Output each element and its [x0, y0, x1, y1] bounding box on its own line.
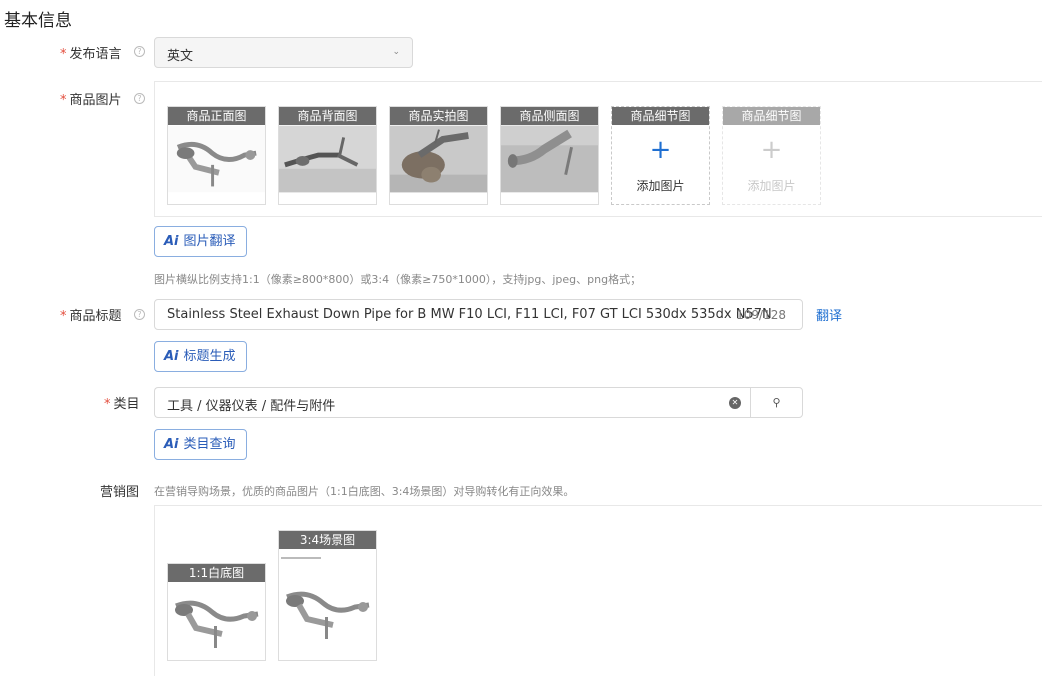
category-input-value: 工具 / 仪器仪表 / 配件与附件 — [167, 399, 336, 414]
plus-icon: + — [760, 135, 783, 165]
ai-icon: Ai — [164, 437, 179, 452]
title-generate-button[interactable]: Ai 标题生成 — [154, 341, 247, 372]
category-search-button[interactable]: ⚲ — [750, 387, 803, 418]
marketing-image-caption: 1:1白底图 — [168, 564, 265, 582]
language-label: * 发布语言 — [60, 47, 122, 62]
image-slot-caption: 商品细节图 — [723, 107, 820, 125]
search-icon: ⚲ — [772, 396, 781, 409]
question-circle-icon[interactable]: ? — [134, 309, 145, 320]
image-slot-real[interactable]: 商品实拍图 — [389, 106, 488, 205]
category-query-button[interactable]: Ai 类目查询 — [154, 429, 247, 460]
image-slot-caption: 商品背面图 — [279, 107, 376, 125]
image-slot-caption: 商品侧面图 — [501, 107, 598, 125]
product-photo-real — [390, 125, 487, 193]
title-label: * 商品标题 — [60, 309, 122, 324]
product-photo-back — [279, 125, 376, 193]
chevron-down-icon: ⌄ — [392, 47, 400, 57]
image-slot-front[interactable]: 商品正面图 — [167, 106, 266, 205]
product-photo-side — [501, 125, 598, 193]
marketing-image-portrait[interactable]: 3:4场景图 — [278, 530, 377, 661]
add-image-label: 添加图片 — [636, 179, 685, 193]
image-slot-detail-add[interactable]: 商品细节图 + 添加图片 — [611, 106, 710, 205]
question-circle-icon[interactable]: ? — [134, 46, 145, 57]
title-input[interactable]: Stainless Steel Exhaust Down Pipe for B … — [154, 299, 803, 330]
title-char-count: 109/128 — [736, 308, 786, 322]
language-select-value: 英文 — [167, 49, 194, 64]
image-slot-detail-disabled: 商品细节图 + 添加图片 — [722, 106, 821, 205]
image-slot-side[interactable]: 商品侧面图 — [500, 106, 599, 205]
product-photo-white-bg — [168, 582, 265, 660]
image-translate-button[interactable]: Ai 图片翻译 — [154, 226, 247, 257]
image-slot-caption: 商品实拍图 — [390, 107, 487, 125]
marketing-hint: 在营销导购场景，优质的商品图片（1:1白底图、3:4场景图）对导购转化有正向效果… — [154, 485, 575, 498]
language-select[interactable]: 英文 ⌄ — [154, 37, 413, 68]
title-input-value: Stainless Steel Exhaust Down Pipe for B … — [167, 307, 772, 322]
image-slot-caption: 商品正面图 — [168, 107, 265, 125]
clear-circle-icon[interactable]: ✕ — [729, 397, 741, 409]
plus-icon: + — [649, 135, 672, 165]
image-format-hint: 图片横纵比例支持1:1（像素≥800*800）或3:4（像素≥750*1000）… — [154, 273, 642, 286]
question-circle-icon[interactable]: ? — [134, 93, 145, 104]
marketing-image-caption: 3:4场景图 — [279, 531, 376, 549]
image-slot-caption: 商品细节图 — [612, 107, 709, 125]
product-photo-front — [168, 125, 265, 193]
images-label: * 商品图片 — [60, 93, 122, 108]
category-label: * 类目 — [104, 397, 140, 412]
image-slot-back[interactable]: 商品背面图 — [278, 106, 377, 205]
product-photo-scene — [279, 549, 376, 660]
marketing-image-square[interactable]: 1:1白底图 — [167, 563, 266, 661]
ai-icon: Ai — [164, 234, 179, 249]
add-image-label: 添加图片 — [747, 179, 796, 193]
marketing-label: 营销图 — [100, 485, 140, 500]
ai-icon: Ai — [164, 349, 179, 364]
section-title: 基本信息 — [4, 11, 72, 31]
translate-link[interactable]: 翻译 — [816, 305, 842, 324]
category-input[interactable]: 工具 / 仪器仪表 / 配件与附件 ✕ — [154, 387, 751, 418]
